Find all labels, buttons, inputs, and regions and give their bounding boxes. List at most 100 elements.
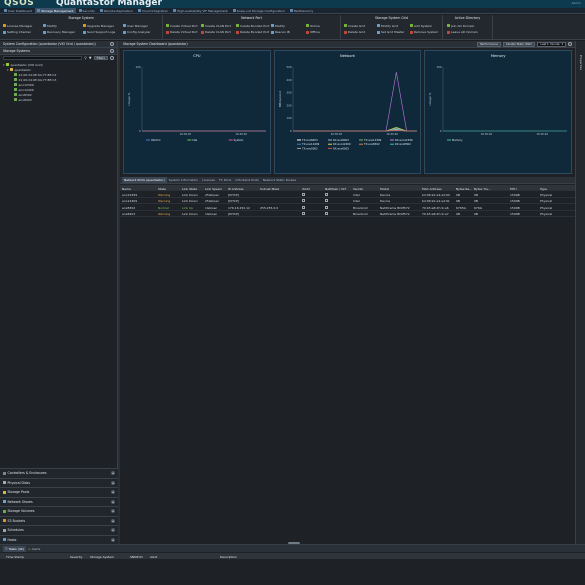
time-range-select[interactable]: Last 1 minute ▾ — [537, 42, 566, 47]
plus-icon[interactable]: + — [111, 480, 115, 485]
ribbon-button-delete-vlan-port[interactable]: Delete VLAN Port — [201, 30, 231, 35]
ribbon-button-online[interactable]: Online — [306, 23, 320, 28]
column-header-model[interactable]: Model — [380, 187, 389, 191]
column-header-bytes-re[interactable]: Bytes Re... — [456, 187, 472, 191]
plus-icon[interactable]: + — [111, 509, 115, 514]
ribbon-button-join-ad-domain[interactable]: Join AD Domain — [447, 23, 474, 28]
row-checkbox[interactable] — [302, 212, 305, 216]
tasks-column-snmp-id[interactable]: SNMP ID — [130, 555, 143, 559]
tree-search-input[interactable] — [3, 56, 83, 60]
accordion-item-s3-buckets[interactable]: S3 Buckets + — [0, 515, 118, 525]
row-checkbox[interactable] — [325, 212, 328, 216]
plus-icon[interactable]: + — [111, 528, 115, 533]
accordion-item-controllers-enclosures[interactable]: Controllers & Enclosures + — [0, 468, 118, 478]
ribbon-button-license-manager[interactable]: License Manager — [3, 23, 32, 28]
row-checkbox[interactable] — [325, 205, 328, 210]
ribbon-button-delete-virtual-port[interactable]: Delete Virtual Port — [166, 30, 198, 35]
accordion-item-schedules[interactable]: Schedules + — [0, 525, 118, 535]
nav-tab-storage-management[interactable]: Storage Management — [35, 8, 76, 13]
ribbon-button-recovery-manager[interactable]: Recovery Manager — [43, 30, 75, 35]
plus-icon[interactable]: + — [111, 471, 115, 476]
column-header-type[interactable]: Type — [540, 187, 547, 191]
nav-tab-multitenancy[interactable]: Multitenancy — [288, 8, 315, 13]
tasks-column-description[interactable]: Description — [220, 555, 237, 559]
tree-item-port[interactable]: enx8403 — [3, 97, 114, 102]
ribbon-button-setting-checker[interactable]: Setting Checker — [3, 30, 31, 35]
ribbon-button-delete-grid[interactable]: Delete Grid — [344, 30, 365, 35]
plus-icon[interactable]: + — [111, 537, 115, 542]
ribbon-button-user-manager[interactable]: User Manager — [123, 23, 148, 28]
accordion-item-storage-pools[interactable]: Storage Pools + — [0, 487, 118, 497]
plus-icon[interactable]: + — [111, 490, 115, 495]
row-checkbox[interactable] — [302, 199, 305, 203]
right-side-strip[interactable]: Properties — [575, 41, 585, 544]
tasks-column-severity[interactable]: Severity — [70, 555, 82, 559]
ribbon-button-delete-bonded-port[interactable]: Delete Bonded Port — [236, 30, 269, 35]
filter-icon[interactable]: ▼ — [89, 56, 92, 60]
column-header-name[interactable]: Name — [122, 187, 131, 191]
gear-icon[interactable] — [110, 56, 114, 60]
nav-tab-scale-out-storage-configuration[interactable]: Scale-out Storage Configuration — [231, 8, 287, 13]
ribbon-button-modify[interactable]: Modify — [43, 23, 57, 28]
column-header-mtu[interactable]: MTU — [510, 187, 517, 191]
accordion-item-storage-volumes[interactable]: Storage Volumes + — [0, 506, 118, 516]
ribbon-button-set-grid-master[interactable]: Set Grid Master — [377, 30, 404, 35]
ribbon-button-create-vlan-port[interactable]: Create VLAN Port — [201, 23, 231, 28]
row-checkbox[interactable] — [325, 192, 328, 197]
cluster-stats-button[interactable]: Cluster Stats (SSC) — [502, 42, 536, 47]
ribbon-button-modify-grid[interactable]: Modify Grid — [377, 23, 398, 28]
tab-network-ports-quantastor[interactable]: Network Ports (quantastor) — [122, 177, 167, 183]
tab-licenses[interactable]: Licenses — [200, 177, 217, 183]
gear-icon[interactable] — [568, 42, 572, 47]
column-header-subnet-mask[interactable]: Subnet Mask — [260, 187, 279, 191]
column-header-iscsi[interactable]: iSCSI — [302, 187, 310, 191]
filters-button[interactable]: Filters — [93, 55, 108, 61]
ribbon-button-remove-system[interactable]: Remove System — [410, 30, 438, 35]
ribbon-button-send-support-logs[interactable]: Send Support Logs — [83, 30, 115, 35]
ribbon-button-offline[interactable]: Offline — [306, 30, 320, 35]
nav-tab-security[interactable]: Security — [77, 8, 97, 13]
row-checkbox[interactable] — [302, 205, 305, 210]
tasks-column-time-stamp[interactable]: Time Stamp — [6, 555, 24, 559]
ribbon-button-create-bonded-port[interactable]: Create Bonded Port — [236, 23, 269, 28]
plus-icon[interactable]: + — [111, 518, 115, 523]
tab-fc-ports[interactable]: FC Ports — [217, 177, 233, 183]
ribbon-button-create-grid[interactable]: Create Grid — [344, 23, 365, 28]
ribbon-button-upgrade-manager[interactable]: Upgrade Manager — [83, 23, 114, 28]
column-header-state[interactable]: State — [158, 187, 166, 191]
tasks-column-storage-system[interactable]: Storage System — [90, 555, 114, 559]
storage-systems-header[interactable]: Storage Systems — [0, 48, 117, 55]
column-header-link-state[interactable]: Link State — [182, 187, 197, 191]
bottom-tab-alerts[interactable]: ⚠ Alerts — [26, 546, 42, 552]
tab-network-static-routes[interactable]: Network Static Routes — [261, 177, 298, 183]
column-header-bytes-tra[interactable]: Bytes Tra... — [474, 187, 491, 191]
nav-tab-cloud-integration[interactable]: Cloud Integration — [136, 8, 170, 13]
row-checkbox[interactable] — [325, 199, 328, 203]
accordion-item-hosts[interactable]: Hosts + — [0, 534, 118, 544]
column-header-ip-address[interactable]: IP Address — [228, 187, 244, 191]
column-header-mac-address[interactable]: MAC Address — [422, 187, 442, 191]
tab-system-information[interactable]: System Information — [167, 177, 201, 183]
ribbon-button-leave-ad-domain[interactable]: Leave AD Domain — [447, 30, 478, 35]
column-header-vendor[interactable]: Vendor — [353, 187, 364, 191]
user-label[interactable]: admin — [572, 1, 581, 5]
table-row[interactable]: enx8403 Warning Link Down 1Gb/sec [DHCP] Broa… — [120, 211, 575, 217]
column-header-netmask-vlt[interactable]: NetMask / VLT — [325, 187, 346, 191]
performance-button[interactable]: Performance — [477, 42, 501, 47]
nav-tab-user-dashboard[interactable]: User Dashboard — [2, 8, 34, 13]
plus-icon[interactable]: + — [111, 499, 115, 504]
tab-infiniband-ports[interactable]: Infiniband Ports — [233, 177, 260, 183]
bottom-tab-tasks-44[interactable]: ☰ Tasks (44) — [3, 546, 26, 552]
gear-icon[interactable] — [110, 49, 114, 53]
accordion-item-network-shares[interactable]: Network Shares + — [0, 496, 118, 506]
properties-tab-label[interactable]: Properties — [579, 55, 583, 70]
tasks-column-alert[interactable]: Alert — [150, 555, 157, 559]
nav-tab-high-availability-vif-management[interactable]: High-availability VIF Management — [171, 8, 230, 13]
ribbon-button-modify[interactable]: Modify — [271, 23, 285, 28]
column-header-link-speed[interactable]: Link Speed — [205, 187, 222, 191]
search-icon[interactable]: ⚲ — [84, 56, 87, 60]
gear-icon[interactable] — [110, 42, 114, 46]
accordion-item-physical-disks[interactable]: Physical Disks + — [0, 477, 118, 487]
ribbon-button-add-system[interactable]: Add System — [410, 23, 432, 28]
ribbon-button-rescan-ib[interactable]: Rescan IB — [271, 30, 290, 35]
